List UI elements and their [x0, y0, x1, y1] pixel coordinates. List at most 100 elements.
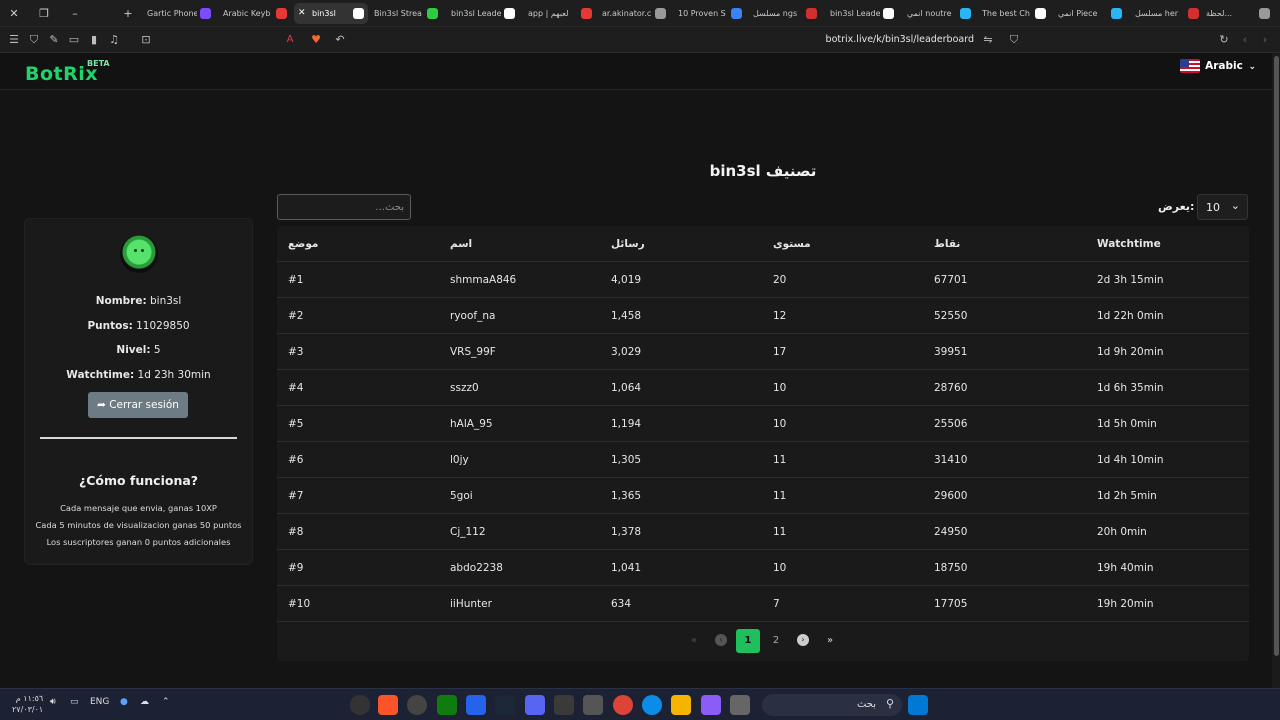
cell-watchtime: 1d 2h 5min	[1097, 490, 1157, 502]
cell-position: #5	[288, 418, 304, 430]
microphone-icon[interactable]: ●	[120, 697, 128, 707]
browser-tab[interactable]: 10 Proven S	[672, 3, 746, 24]
keyboard-app-icon[interactable]	[583, 695, 603, 715]
chevron-up-icon[interactable]: ⌃	[162, 697, 170, 707]
restore-window-icon[interactable]: ❐	[36, 6, 52, 22]
shield-icon[interactable]: ⛉	[26, 32, 42, 48]
app-icon[interactable]	[466, 695, 486, 715]
scrollbar-thumb[interactable]	[1274, 56, 1279, 656]
share-icon[interactable]: ↶	[332, 32, 348, 48]
header-watchtime[interactable]: Watchtime	[1097, 226, 1161, 262]
start-icon[interactable]	[908, 695, 928, 715]
browser-tab[interactable]: app | لعبهم	[522, 3, 596, 24]
copilot-icon[interactable]	[701, 695, 721, 715]
per-page-select[interactable]: 10 ⌄	[1197, 194, 1248, 220]
browser-tab[interactable]: انمي noutre	[901, 3, 975, 24]
language-selector[interactable]: Arabic ⌄	[1180, 59, 1256, 77]
divider	[40, 437, 237, 439]
browser-tab[interactable]: Bin3sl Strea	[368, 3, 442, 24]
xbox-icon[interactable]	[437, 695, 457, 715]
per-page-value: 10	[1206, 201, 1220, 214]
cell-messages: 1,064	[611, 382, 642, 394]
cell-position: #1	[288, 274, 304, 286]
menu-icon[interactable]: ☰	[6, 32, 22, 48]
first-page-button[interactable]: «	[682, 629, 706, 653]
page-2-button[interactable]: 2	[764, 629, 788, 653]
edge-icon[interactable]	[642, 695, 662, 715]
cell-name: sszz0	[450, 382, 479, 394]
discord-icon[interactable]	[525, 695, 545, 715]
sidebar-icon[interactable]: ▮	[86, 32, 102, 48]
screenshot-icon[interactable]: ⊡	[138, 32, 154, 48]
store-icon[interactable]	[554, 695, 574, 715]
language-indicator[interactable]: ENG	[90, 697, 109, 707]
task-view-icon[interactable]	[730, 695, 750, 715]
table-row: #1 shmmaA846 4,019 20 67701 2d 3h 15min	[277, 262, 1249, 298]
close-tab-icon[interactable]: ✕	[298, 3, 308, 24]
minimize-window-icon[interactable]: –	[67, 6, 83, 22]
reader-icon[interactable]: ⇋	[980, 32, 996, 48]
reload-icon[interactable]: ↻	[1216, 32, 1232, 48]
browser-tab[interactable]: ar.akinator.c	[596, 3, 670, 24]
favicon-icon	[655, 8, 666, 19]
header-name[interactable]: اسم	[450, 226, 472, 262]
header-points[interactable]: نقاط	[934, 226, 960, 262]
favicon-icon	[883, 8, 894, 19]
forward-icon[interactable]: ›	[1257, 32, 1273, 48]
chrome-icon[interactable]	[613, 695, 633, 715]
page-title: bin3sl تصنيف	[709, 162, 817, 180]
steam-icon[interactable]	[495, 695, 515, 715]
browser-tab[interactable]: انمي Piece	[1052, 3, 1126, 24]
cell-watchtime: 1d 6h 35min	[1097, 382, 1164, 394]
cell-messages: 3,029	[611, 346, 642, 358]
cell-level: 10	[773, 382, 787, 394]
cloud-icon[interactable]: ☁	[140, 697, 149, 707]
chevron-down-icon: ⌄	[1248, 62, 1256, 72]
close-window-icon[interactable]: ✕	[6, 6, 22, 22]
tab-label: 10 Proven S	[678, 9, 726, 18]
cell-name: l0jy	[450, 454, 469, 466]
browser-tab[interactable]: مسلسل her	[1129, 3, 1203, 24]
next-page-button[interactable]: ›	[791, 629, 815, 653]
last-page-button[interactable]: »	[818, 629, 842, 653]
cell-position: #6	[288, 454, 304, 466]
cell-points: 17705	[934, 598, 968, 610]
wallet-icon[interactable]: ▭	[66, 32, 82, 48]
header-level[interactable]: مستوى	[773, 226, 811, 262]
browser-tab[interactable]: bin3sl Leade	[824, 3, 898, 24]
new-tab-icon[interactable]: +	[120, 6, 136, 22]
browser-tab[interactable]: مسلسل ngs	[747, 3, 821, 24]
header-messages[interactable]: رسائل	[611, 226, 645, 262]
browser-tab[interactable]: لحظة...	[1200, 3, 1274, 24]
search-input[interactable]	[277, 194, 411, 220]
speaker-icon[interactable]: 🔊︎	[50, 697, 56, 707]
taskbar-search[interactable]: بحث ⚲	[762, 694, 902, 716]
cell-points: 31410	[934, 454, 968, 466]
logout-button[interactable]: ➦ Cerrar sesión	[88, 392, 188, 418]
back-icon[interactable]: ‹	[1237, 32, 1253, 48]
extensions-icon[interactable]: ✎	[46, 32, 62, 48]
brave-browser-icon[interactable]	[378, 695, 398, 715]
prev-page-button[interactable]: ‹	[709, 629, 733, 653]
browser-tab[interactable]: Gartic Phone	[141, 3, 215, 24]
browser-tab[interactable]: Arabic Keyb	[217, 3, 291, 24]
brave-shield-icon[interactable]: ♥	[308, 32, 324, 48]
bookmark-icon[interactable]: ⛉	[1006, 32, 1022, 48]
browser-tab[interactable]: The best Ch	[976, 3, 1050, 24]
cell-watchtime: 1d 5h 0min	[1097, 418, 1157, 430]
clock-app-icon[interactable]	[407, 695, 427, 715]
network-icon[interactable]: ▭	[70, 697, 79, 707]
cell-messages: 1,378	[611, 526, 642, 538]
header-position[interactable]: موضع	[288, 226, 318, 262]
browser-tab[interactable]: bin3sl Leade	[445, 3, 519, 24]
settings-icon[interactable]	[350, 695, 370, 715]
profile-watchtime: Watchtime: 1d 23h 30min	[66, 369, 211, 381]
cell-level: 10	[773, 418, 787, 430]
translate-icon[interactable]: A	[282, 32, 298, 48]
system-clock[interactable]: ١١:٥٦ م ٢٧/٠٣/٠١	[12, 693, 43, 715]
how-line: Cada mensaje que envia, ganas 10XP	[60, 503, 217, 513]
music-icon[interactable]: ♫	[106, 32, 122, 48]
file-explorer-icon[interactable]	[671, 695, 691, 715]
browser-tab[interactable]: ✕ bin3sl	[294, 3, 368, 24]
page-1-button[interactable]: 1	[736, 629, 760, 653]
